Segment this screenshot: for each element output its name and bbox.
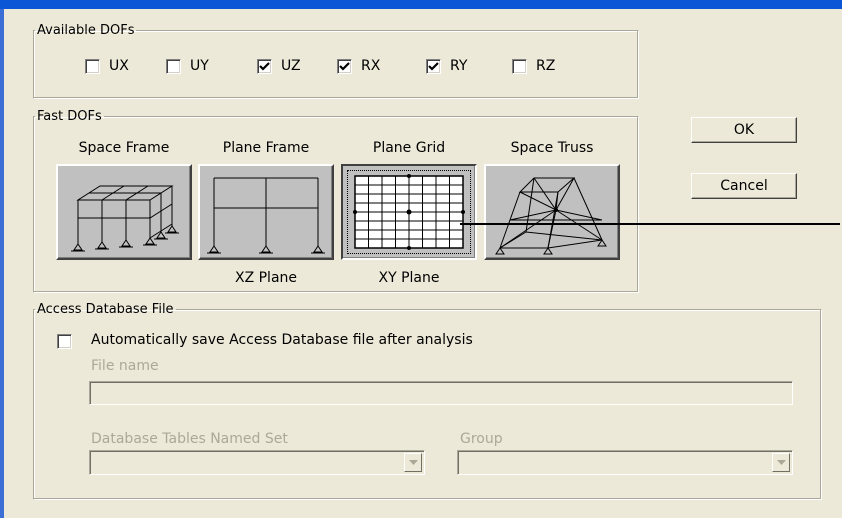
title-bar	[0, 0, 842, 9]
dof-ry-label: RY	[450, 58, 468, 74]
space-frame-label: Space Frame	[78, 140, 170, 156]
file-name-input[interactable]	[89, 381, 793, 405]
group-dropdown-arrow[interactable]	[772, 453, 790, 472]
plane-frame-label: Plane Frame	[222, 140, 310, 156]
dof-uz-label: UZ	[281, 58, 301, 74]
dof-rz-label: RZ	[536, 58, 556, 74]
auto-save-label: Automatically save Access Database file …	[91, 332, 473, 348]
ok-button[interactable]: OK	[691, 117, 797, 143]
available-dofs-title: Available DOFs	[37, 23, 135, 38]
dof-rz-box[interactable]	[512, 59, 527, 74]
space-frame-icon	[71, 185, 179, 252]
space-truss-button[interactable]	[484, 164, 620, 260]
dof-uz-box[interactable]	[257, 59, 272, 74]
dof-ux-box[interactable]	[85, 59, 100, 74]
space-frame-button[interactable]	[56, 164, 192, 260]
checkmark-icon	[259, 62, 270, 71]
tables-dropdown-arrow[interactable]	[404, 453, 422, 472]
plane-grid-button[interactable]	[341, 164, 477, 260]
plane-frame-icon	[207, 177, 325, 254]
group-dropdown[interactable]	[457, 450, 793, 475]
window-left-border	[0, 9, 4, 518]
file-name-label: File name	[91, 358, 159, 374]
auto-save-box[interactable]	[57, 334, 72, 349]
plane-grid-sublabel: XY Plane	[378, 270, 440, 286]
tables-named-set-dropdown[interactable]	[89, 450, 425, 475]
space-truss-icon	[495, 177, 607, 255]
space-truss-label: Space Truss	[510, 140, 594, 156]
pointer-line	[460, 223, 840, 225]
chevron-down-icon	[777, 460, 786, 465]
dof-ux-label: UX	[109, 58, 129, 74]
dof-rx-label: RX	[361, 58, 381, 74]
plane-frame-button[interactable]	[198, 164, 334, 260]
group-label: Group	[460, 431, 503, 447]
checkmark-icon	[428, 62, 439, 71]
dof-uy-box[interactable]	[166, 59, 181, 74]
dof-uy-label: UY	[190, 58, 209, 74]
chevron-down-icon	[409, 460, 418, 465]
cancel-button[interactable]: Cancel	[691, 173, 797, 199]
access-database-title: Access Database File	[37, 302, 174, 317]
fast-dofs-title: Fast DOFs	[37, 109, 102, 124]
dof-rx-box[interactable]	[337, 59, 352, 74]
plane-grid-label: Plane Grid	[372, 140, 446, 156]
checkmark-icon	[339, 62, 350, 71]
plane-frame-sublabel: XZ Plane	[234, 270, 298, 286]
plane-grid-icon	[353, 174, 465, 250]
dof-ry-box[interactable]	[426, 59, 441, 74]
tables-named-set-label: Database Tables Named Set	[91, 431, 288, 447]
